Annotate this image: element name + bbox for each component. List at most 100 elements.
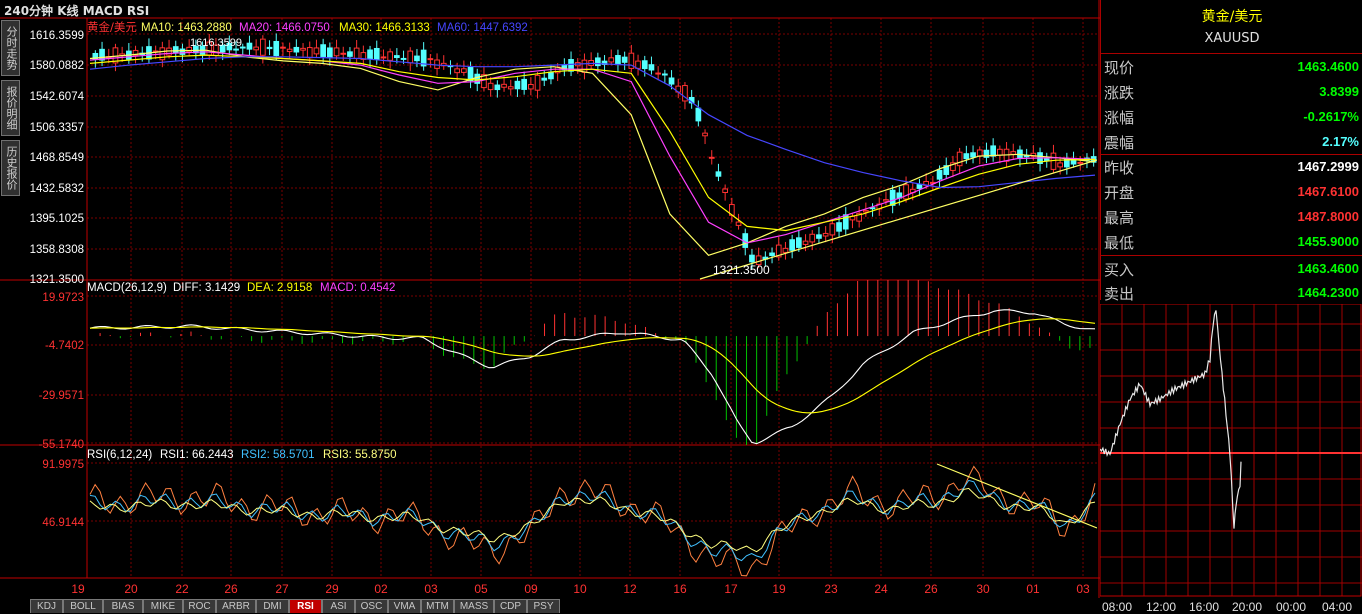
quote-value: 1467.2999 <box>1297 159 1359 174</box>
candle-body <box>708 156 715 159</box>
quote-value: 1463.4600 <box>1297 59 1359 74</box>
candle-body <box>889 189 896 206</box>
quote-label: 最低 <box>1104 234 1135 252</box>
indicator-tab-mass[interactable]: MASS <box>454 599 494 613</box>
macd-y-tick: -55.1740 <box>39 439 84 451</box>
ma-line-ma20 <box>89 51 1096 244</box>
candle-body <box>246 42 253 50</box>
candle-body <box>253 46 259 51</box>
macd-y-tick: -4.7402 <box>45 340 84 352</box>
indicator-tab-vma[interactable]: VMA <box>388 599 421 613</box>
price-y-tick: 1616.3599 <box>30 30 84 42</box>
quote-value: 1487.8000 <box>1297 209 1359 224</box>
candle-body <box>816 234 822 239</box>
intraday-x-tick: 08:00 <box>1102 600 1132 614</box>
candle-body <box>648 64 655 71</box>
quote-value: 3.8399 <box>1319 84 1359 99</box>
candle-body <box>507 86 514 90</box>
candle-body <box>916 183 923 189</box>
indicator-tab-asi[interactable]: ASI <box>322 599 355 613</box>
candle-body <box>273 40 280 57</box>
quote-label: 涨跌 <box>1104 84 1135 102</box>
rsi3-legend: RSI3: 55.8750 <box>323 449 397 461</box>
indicator-tab-cdp[interactable]: CDP <box>494 599 527 613</box>
quote-code: XAUUSD <box>1204 31 1260 46</box>
x-tick: 16 <box>673 582 687 596</box>
x-tick: 30 <box>976 582 990 596</box>
candle-body <box>494 84 501 91</box>
indicator-tab-osc[interactable]: OSC <box>355 599 388 613</box>
price-y-tick: 1542.6074 <box>30 91 85 103</box>
ma-line-ma30 <box>89 54 1096 232</box>
candle-body <box>266 46 273 50</box>
indicator-tab-kdj[interactable]: KDJ <box>30 599 63 613</box>
candle-body <box>300 47 306 51</box>
ma20-legend: MA20: 1466.0750 <box>239 22 330 34</box>
indicator-tab-psy[interactable]: PSY <box>527 599 560 613</box>
candle-body <box>1070 159 1077 165</box>
price-low-annotation: 1321.3500 <box>713 263 770 277</box>
quote-name: 黄金/美元 <box>1201 9 1263 25</box>
candle-body <box>172 46 179 54</box>
candle-body <box>414 55 420 62</box>
candle-body <box>990 145 996 157</box>
candle-body <box>514 80 521 90</box>
candle-body <box>997 148 1003 156</box>
candle-body <box>548 71 554 80</box>
quote-value: 1467.6100 <box>1297 184 1359 199</box>
x-tick: 24 <box>874 582 888 596</box>
macd-diff-line <box>89 309 1096 445</box>
quote-value: 1464.2300 <box>1297 285 1359 300</box>
candle-body <box>233 48 239 51</box>
indicator-tab-arbr[interactable]: ARBR <box>216 599 256 613</box>
quote-row-prev-close: 昨收 1467.2999 <box>1101 154 1362 179</box>
intraday-x-tick: 12:00 <box>1146 600 1176 614</box>
x-tick: 02 <box>374 582 388 596</box>
candle-body <box>367 49 373 60</box>
indicator-tab-bias[interactable]: BIAS <box>103 599 143 613</box>
candle-body <box>373 47 380 60</box>
price-y-tick: 1358.8308 <box>30 244 84 256</box>
quote-label: 震幅 <box>1104 134 1135 152</box>
rsi1-legend: RSI1: 66.2443 <box>160 449 234 461</box>
quote-row-bid: 买入 1463.4600 <box>1101 256 1362 281</box>
intraday-x-tick: 04:00 <box>1322 600 1352 614</box>
intraday-frame <box>1100 304 1362 597</box>
candle-body <box>836 222 842 232</box>
x-tick: 03 <box>1076 582 1090 596</box>
candle-body <box>313 47 320 55</box>
kline-chart[interactable]: 黄金/美元 MA10: 1463.2880 MA20: 1466.0750 MA… <box>0 0 1100 598</box>
candle-body <box>822 232 829 237</box>
quote-row-change: 涨跌 3.8399 <box>1101 79 1362 104</box>
indicator-tabs: KDJ BOLL BIAS MIKE ROC ARBR DMI RSI ASI OSC VMA MTM… <box>0 598 1100 614</box>
candle-body <box>501 83 507 88</box>
rsi-trendline <box>936 463 1097 529</box>
indicator-tab-roc[interactable]: ROC <box>183 599 216 613</box>
macd-diff-legend: DIFF: 3.1429 <box>173 282 240 294</box>
ma-line-ma10 <box>89 49 1096 256</box>
indicator-tab-dmi[interactable]: DMI <box>256 599 289 613</box>
quote-label: 卖出 <box>1104 285 1135 303</box>
price-y-tick: 1580.0882 <box>30 60 84 72</box>
candle-body <box>695 107 702 122</box>
candle-body <box>796 237 802 248</box>
candle-body <box>809 233 816 243</box>
candle-body <box>802 240 809 245</box>
x-tick: 22 <box>175 582 189 596</box>
candle-body <box>400 57 407 60</box>
indicator-tab-rsi[interactable]: RSI <box>289 599 322 613</box>
candle-body <box>387 51 393 61</box>
indicator-tab-boll[interactable]: BOLL <box>63 599 103 613</box>
candle-body <box>1057 162 1063 168</box>
candle-body <box>407 50 414 64</box>
quote-row-high: 最高 1487.8000 <box>1101 204 1362 229</box>
intraday-chart[interactable]: 08:00 12:00 16:00 20:00 00:00 04:00 <box>1100 304 1362 614</box>
price-y-tick: 1432.5832 <box>30 183 84 195</box>
indicator-tab-mtm[interactable]: MTM <box>421 599 454 613</box>
indicator-tab-mike[interactable]: MIKE <box>143 599 183 613</box>
x-tick: 03 <box>424 582 438 596</box>
quote-label: 现价 <box>1104 59 1135 77</box>
candle-body <box>333 47 340 57</box>
candle-body <box>789 239 795 251</box>
x-tick: 29 <box>325 582 339 596</box>
